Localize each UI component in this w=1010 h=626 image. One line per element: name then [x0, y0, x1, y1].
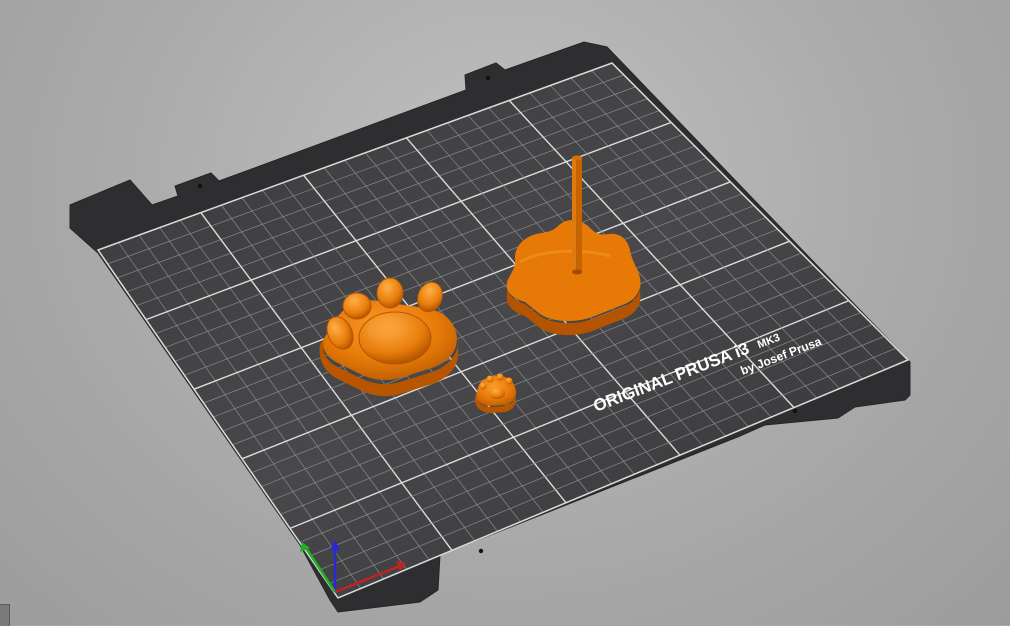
3d-viewport[interactable]: ORIGINAL PRUSA i3 MK3 by Josef Prusa [0, 0, 1010, 626]
print-bed: ORIGINAL PRUSA i3 MK3 by Josef Prusa [69, 41, 911, 613]
mount-hole [792, 408, 798, 414]
mount-hole [197, 183, 203, 189]
corner-resize-handle[interactable] [0, 604, 10, 626]
scene-canvas[interactable]: ORIGINAL PRUSA i3 MK3 by Josef Prusa [0, 0, 1010, 625]
bed-surface [98, 63, 908, 598]
mount-hole [478, 548, 484, 554]
mount-hole [485, 75, 491, 81]
